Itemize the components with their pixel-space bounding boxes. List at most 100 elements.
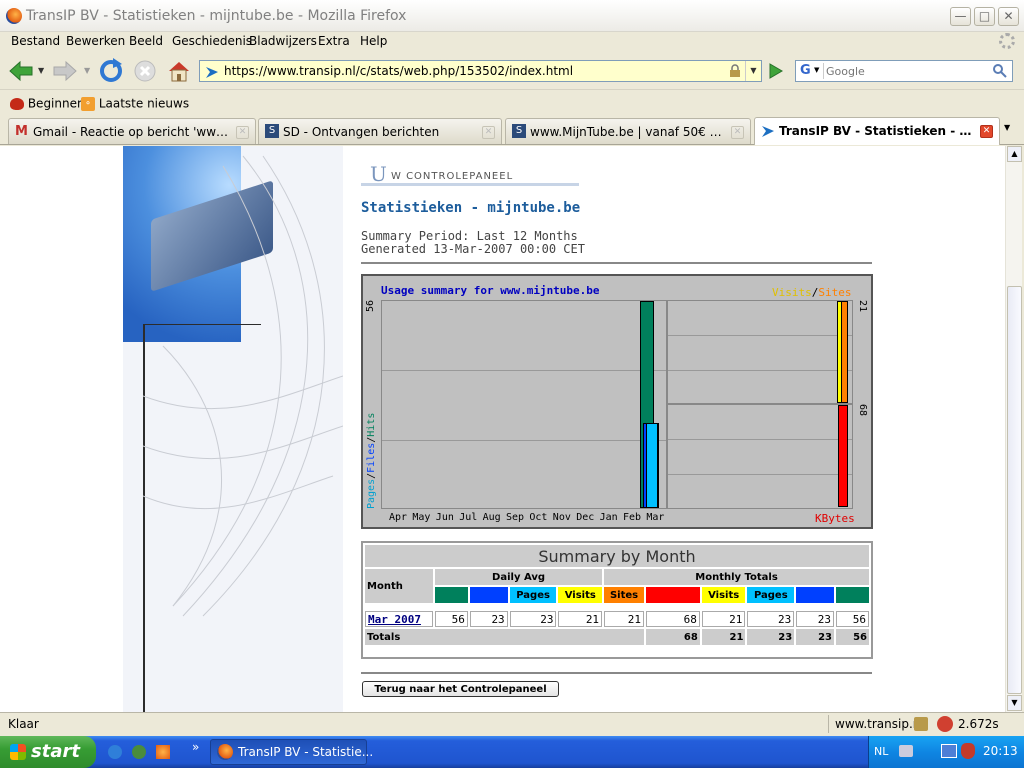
lock-icon[interactable] [914, 717, 928, 731]
forward-dropdown-icon[interactable]: ▼ [84, 66, 90, 75]
right-top-max-label: 21 [857, 300, 868, 313]
tab-gmail[interactable]: M Gmail - Reactie op bericht 'www.MijnT.… [8, 118, 256, 144]
window-title: TransIP BV - Statistieken - mijntube.be … [26, 8, 407, 24]
tab-close-icon[interactable]: ✕ [731, 126, 744, 139]
reload-icon [100, 58, 122, 82]
windows-logo-icon [10, 744, 26, 760]
tab-close-icon[interactable]: ✕ [236, 126, 249, 139]
summary-table: Summary by Month Month Daily Avg Monthly… [361, 541, 873, 659]
tab-bar: M Gmail - Reactie op bericht 'www.MijnT.… [0, 115, 1024, 145]
menu-bladwijzers[interactable]: Bladwijzers [249, 34, 317, 48]
vertical-scrollbar[interactable]: ▲ ▼ [1005, 146, 1022, 712]
minimize-button[interactable]: — [950, 7, 971, 26]
totals-label: Totals [365, 629, 644, 645]
right-bottom-max-label: 68 [857, 404, 868, 417]
kbytes-label: KBytes [815, 512, 855, 525]
legend-hits: Hits [366, 412, 377, 437]
month-label-dec: Dec [576, 512, 595, 523]
firefox-quicklaunch-icon[interactable] [156, 745, 170, 759]
google-icon: G [800, 63, 811, 78]
menu-extra[interactable]: Extra [318, 34, 350, 48]
taskbar: start » TransIP BV - Statistie... NL 20:… [0, 736, 1024, 768]
cell: 23 [469, 611, 508, 627]
back-dropdown-icon[interactable]: ▼ [38, 66, 44, 75]
chart-legend-right: Visits/Sites [772, 286, 852, 299]
maximize-button[interactable]: □ [974, 7, 995, 26]
tab-sd-berichten[interactable]: S SD - Ontvangen berichten ✕ [258, 118, 502, 144]
controlepaneel-header: U W CONTROLEPANEEL [361, 162, 579, 186]
language-indicator[interactable]: NL [874, 745, 888, 758]
cell: 56 [835, 629, 869, 645]
taskbar-task-firefox[interactable]: TransIP BV - Statistie... [210, 739, 373, 765]
home-icon [169, 62, 189, 82]
tab-mijntube[interactable]: S www.MijnTube.be | vanaf 50€ - SD ✕ [505, 118, 751, 144]
month-label-oct: Oct [529, 512, 548, 523]
col-pages: Pages [747, 587, 795, 603]
summary-heading: Summary by Month [365, 545, 869, 567]
left-max-label: 56 [365, 300, 376, 313]
scroll-thumb[interactable] [1007, 286, 1022, 694]
home-button[interactable] [166, 58, 192, 84]
scroll-down-button[interactable]: ▼ [1007, 695, 1022, 711]
legend-sites: Sites [818, 286, 852, 299]
month-link[interactable]: Mar 2007 [368, 613, 421, 626]
search-input[interactable] [826, 63, 986, 79]
tab-close-icon[interactable]: ✕ [482, 126, 495, 139]
url-dropdown-icon[interactable]: ▼ [745, 61, 761, 81]
tab-list-icon[interactable]: ▼ [1004, 123, 1010, 132]
site-favicon-icon [206, 67, 218, 78]
close-button[interactable]: ✕ [998, 7, 1019, 26]
start-button[interactable]: start [0, 736, 96, 768]
extension-icon[interactable] [937, 716, 953, 732]
cp-initial: U [370, 162, 387, 186]
media-player-icon[interactable] [132, 745, 146, 759]
search-icon[interactable] [992, 63, 1008, 79]
keyboard-icon[interactable] [899, 745, 913, 757]
security-shield-icon[interactable] [961, 743, 975, 759]
back-to-controlpanel-button[interactable]: Terug naar het Controlepaneel [362, 681, 559, 697]
throbber-icon [999, 33, 1015, 49]
firefox-icon [217, 744, 233, 760]
status-domain: www.transip.nl [835, 717, 924, 731]
tab-transip[interactable]: TransIP BV - Statistieken - mijnt... ✕ [754, 117, 1000, 145]
cell: 23 [747, 629, 795, 645]
scroll-up-button[interactable]: ▲ [1007, 146, 1022, 162]
cell: 56 [835, 611, 869, 627]
bookmark-laatste-nieuws[interactable]: ⚬ Laatste nieuws [81, 96, 189, 111]
visits-chart-area [667, 300, 853, 404]
bookmark-beginnen-label: Beginnen [27, 96, 85, 111]
menu-geschiedenis[interactable]: Geschiedenis [172, 34, 252, 48]
col-files: Files [469, 587, 508, 603]
cell: 21 [604, 611, 644, 627]
generated-date: Generated 13-Mar-2007 00:00 CET [361, 242, 585, 256]
sd-icon: S [512, 124, 526, 138]
stop-button[interactable] [132, 58, 158, 84]
search-engine-selector[interactable]: G ▼ [798, 63, 824, 79]
forward-button[interactable] [52, 58, 78, 84]
separator [361, 672, 872, 674]
legend-visits: Visits [772, 286, 812, 299]
forward-arrow-icon [53, 60, 77, 82]
back-button[interactable] [8, 58, 34, 84]
menu-beeld[interactable]: Beeld [129, 34, 163, 48]
network-icon[interactable] [941, 744, 957, 758]
month-label-mar: Mar [646, 512, 665, 523]
col-visits: Visits [701, 587, 746, 603]
go-button[interactable] [766, 62, 784, 80]
status-domain-panel: www.transip.nl [828, 715, 924, 733]
bookmarks-toolbar: Beginnen ⚬ Laatste nieuws [0, 92, 1024, 114]
reload-button[interactable] [98, 58, 124, 84]
tab-close-icon[interactable]: ✕ [980, 125, 993, 138]
bookmark-beginnen[interactable]: Beginnen [10, 96, 85, 111]
monthly-totals-header: Monthly Totals [604, 569, 869, 585]
month-link-cell: Mar 2007 [365, 611, 433, 627]
quicklaunch-more-icon[interactable]: » [192, 740, 199, 754]
month-label-apr: Apr [389, 512, 408, 523]
menu-bewerken[interactable]: Bewerken [66, 34, 125, 48]
menu-help[interactable]: Help [360, 34, 387, 48]
ie-icon[interactable] [108, 745, 122, 759]
menu-bestand[interactable]: Bestand [11, 34, 60, 48]
search-box[interactable]: G ▼ [795, 60, 1013, 82]
legend-pages: Pages [366, 478, 377, 509]
url-bar[interactable]: https://www.transip.nl/c/stats/web.php/1… [199, 60, 762, 82]
